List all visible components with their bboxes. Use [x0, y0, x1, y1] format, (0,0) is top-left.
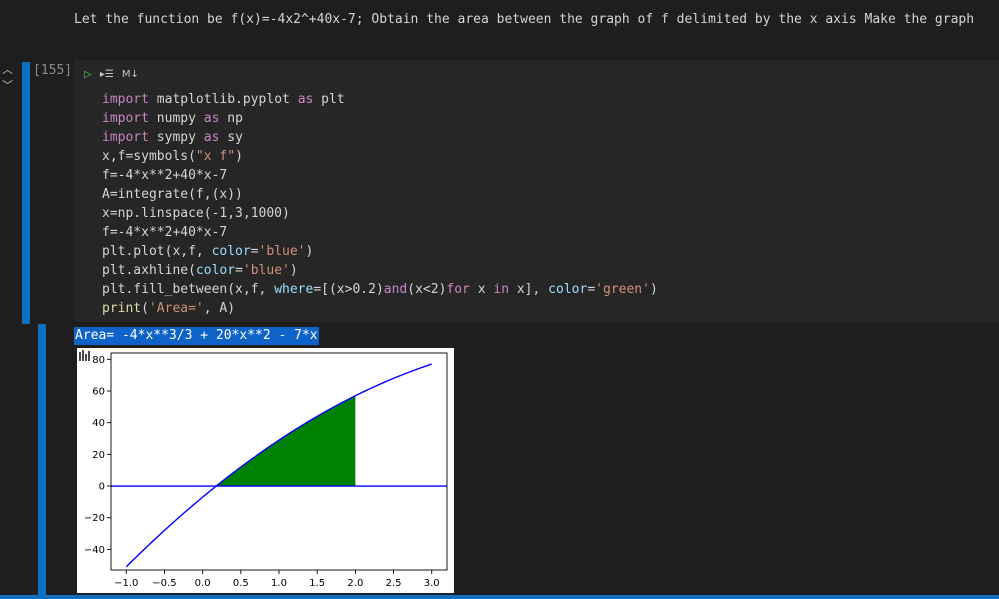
code-line: f=-4*x**2+40*x-7 [102, 223, 658, 242]
collapse-down-icon[interactable]: ﹀ [2, 80, 13, 91]
run-cell-icon[interactable]: ▷ [84, 67, 92, 82]
code-token: import [102, 92, 149, 107]
collapse-up-icon[interactable]: ︿ [2, 64, 13, 75]
convert-to-markdown-button[interactable]: M↓ [122, 69, 139, 80]
cell-focus-bar [22, 62, 30, 324]
code-line: f=-4*x**2+40*x-7 [102, 166, 658, 185]
code-token: A=integrate(f,(x)) [102, 187, 243, 202]
code-token: = [250, 244, 259, 259]
code-line: x,f=symbols("x f") [102, 147, 658, 166]
code-token: 'blue' [242, 263, 290, 278]
code-token: x,f=symbols( [102, 149, 196, 164]
y-tick-label: −40 [84, 545, 105, 556]
code-line: import matplotlib.pyplot as plt [102, 90, 658, 109]
code-token: as [203, 111, 220, 126]
code-token: f=-4*x**2+40*x-7 [102, 168, 228, 183]
chart-view-icon [79, 350, 90, 361]
markdown-cell-text: Let the function be f(x)=-4x2^+40x-7; Ob… [74, 12, 975, 27]
code-token: color [195, 263, 236, 278]
code-line: x=np.linspace(-1,3,1000) [102, 204, 658, 223]
code-token: import [102, 111, 149, 126]
code-token: numpy [148, 111, 204, 126]
chart-view-icon-bar [79, 352, 81, 361]
status-accent-bar [0, 595, 999, 599]
x-tick-label: 3.0 [424, 578, 440, 589]
code-token: 'blue' [258, 244, 306, 259]
execution-count: [155] [33, 63, 73, 78]
code-line: import numpy as np [102, 109, 658, 128]
code-token: in [493, 282, 510, 297]
code-token: as [203, 130, 220, 145]
run-below-icon[interactable]: ▸☰ [100, 69, 114, 80]
code-token: x [469, 282, 494, 297]
code-token: , A) [203, 301, 236, 316]
code-token: color [548, 282, 588, 297]
code-token: ) [289, 263, 298, 278]
y-tick-label: 80 [92, 355, 105, 366]
code-token: ) [235, 149, 243, 164]
code-token: plt.plot(x,f, [102, 244, 212, 259]
code-token: matplotlib.pyplot [148, 92, 298, 107]
code-token: f=-4*x**2+40*x-7 [102, 225, 228, 240]
code-token: sy [219, 130, 243, 145]
y-tick-label: 40 [92, 418, 105, 429]
code-token: =[(x>0.2) [313, 282, 384, 297]
code-token: ) [649, 282, 658, 297]
code-line: plt.fill_between(x,f, where=[(x>0.2)and(… [102, 280, 658, 299]
x-tick-label: −1.0 [114, 578, 138, 589]
chart-view-icon-bar [88, 351, 90, 361]
code-token: plt [313, 92, 345, 107]
code-token: sympy [148, 130, 204, 145]
x-tick-label: 1.0 [271, 578, 287, 589]
cell-toolbar: ▷ ▸☰ M↓ [84, 65, 139, 83]
code-token: "x f" [195, 149, 236, 164]
chart-view-icon-bar [82, 350, 84, 361]
y-tick-label: −20 [84, 513, 105, 524]
code-token: = [587, 282, 596, 297]
code-token: for [446, 282, 470, 297]
code-token: plt.fill_between(x,f, [102, 282, 275, 297]
output-bar [38, 324, 46, 599]
y-tick-label: 0 [99, 482, 105, 493]
x-tick-label: −0.5 [152, 578, 176, 589]
code-block[interactable]: import matplotlib.pyplot as plt import nu… [102, 90, 658, 318]
code-line: plt.plot(x,f, color='blue') [102, 242, 658, 261]
code-token: plt.axhline( [102, 263, 196, 278]
code-token: np [219, 111, 243, 126]
code-token: where [274, 282, 314, 297]
code-token: = [235, 263, 243, 278]
y-tick-label: 20 [92, 450, 105, 461]
code-token: color [211, 244, 251, 259]
plot-output: −40 −20 0 20 40 60 80 −1.0 −0.5 0.0 0.5 1.0 1.5 2.0 2.… [77, 348, 454, 593]
code-token: ) [305, 244, 314, 259]
code-token: import [102, 130, 149, 145]
code-line: print('Area=', A) [102, 299, 658, 318]
x-tick-label: 2.5 [386, 578, 402, 589]
chart-svg: −40 −20 0 20 40 60 80 −1.0 −0.5 0.0 0.5 1.0 1.5 2.0 2.… [79, 350, 448, 589]
code-token: as [297, 92, 314, 107]
code-line: import sympy as sy [102, 128, 658, 147]
x-tick-label: 2.0 [347, 578, 363, 589]
code-token: (x<2) [407, 282, 447, 297]
x-tick-label: 1.5 [309, 578, 325, 589]
output-text: Area= -4*x**3/3 + 20*x**2 - 7*x [74, 327, 319, 345]
code-line: A=integrate(f,(x)) [102, 185, 658, 204]
x-tick-label: 0.0 [195, 578, 211, 589]
code-token: x], [509, 282, 549, 297]
fill-area [217, 395, 356, 487]
code-token: ( [141, 301, 149, 316]
code-token: x=np.linspace(-1,3,1000) [102, 206, 290, 221]
code-token: print [102, 301, 142, 316]
y-tick-label: 60 [92, 387, 105, 398]
code-token: 'Area=' [148, 301, 204, 316]
code-token: 'green' [595, 282, 650, 297]
code-token: and [383, 282, 408, 297]
code-line: plt.axhline(color='blue') [102, 261, 658, 280]
chart-view-icon-bar [85, 354, 87, 361]
x-tick-label: 0.5 [233, 578, 249, 589]
